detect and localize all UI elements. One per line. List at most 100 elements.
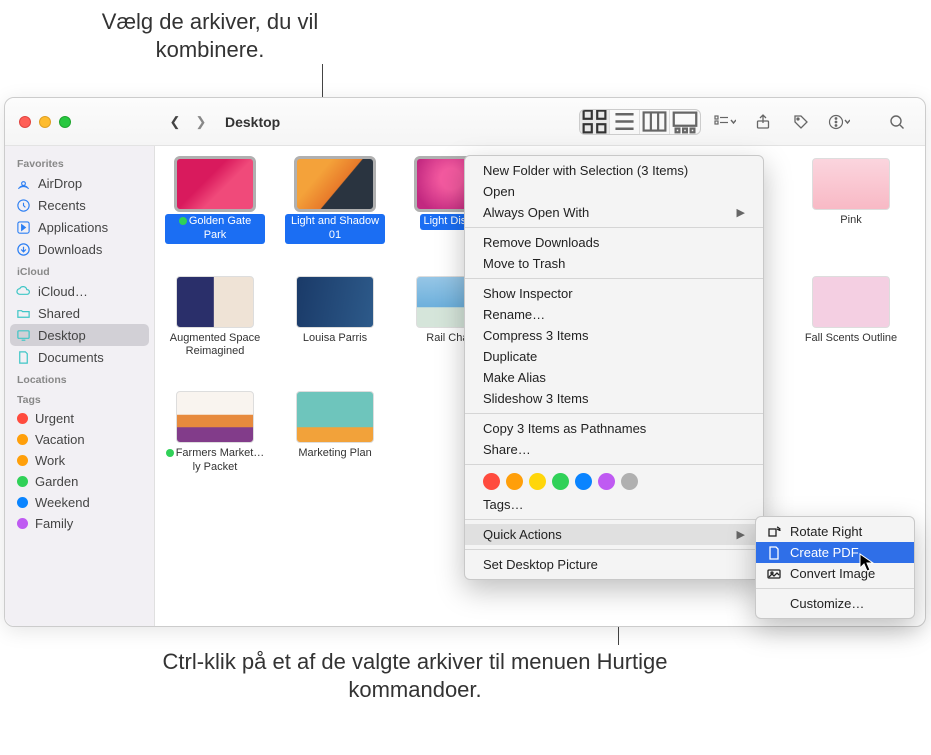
file-item[interactable]: Fall Scents Outline — [801, 276, 901, 360]
context-menu-tag-swatch[interactable] — [598, 473, 615, 490]
tag-dot-icon — [17, 413, 28, 424]
share-button[interactable] — [749, 109, 777, 135]
sidebar-item-downloads[interactable]: Downloads — [5, 238, 154, 260]
sidebar-tag-weekend[interactable]: Weekend — [5, 492, 154, 513]
search-button[interactable] — [883, 109, 911, 135]
file-thumbnail — [812, 276, 890, 328]
sidebar-header-icloud: iCloud — [5, 260, 154, 280]
file-item[interactable]: Farmers Market…ly Packet — [165, 391, 265, 475]
sidebar-item-icloud[interactable]: iCloud… — [5, 280, 154, 302]
context-menu-tag-swatch[interactable] — [575, 473, 592, 490]
sidebar: Favorites AirDrop Recents Applications D… — [5, 146, 155, 626]
file-item[interactable]: Light and Shadow 01 — [285, 158, 385, 244]
file-label: Marketing Plan — [298, 447, 371, 461]
sidebar-item-recents[interactable]: Recents — [5, 194, 154, 216]
context-menu-item[interactable]: Make Alias — [465, 367, 763, 388]
sidebar-tag-urgent[interactable]: Urgent — [5, 408, 154, 429]
context-menu-item[interactable]: Duplicate — [465, 346, 763, 367]
sidebar-tag-work[interactable]: Work — [5, 450, 154, 471]
gallery-view-button[interactable] — [670, 110, 700, 134]
context-menu-item[interactable]: Open — [465, 181, 763, 202]
file-item[interactable]: Pink — [801, 158, 901, 244]
sidebar-item-label: Recents — [38, 198, 86, 213]
submenu-customize[interactable]: Customize… — [756, 593, 914, 614]
context-menu-item[interactable]: Show Inspector — [465, 283, 763, 304]
action-button[interactable] — [825, 109, 853, 135]
close-window-button[interactable] — [19, 116, 31, 128]
pdf-icon — [766, 546, 782, 560]
file-thumbnail — [296, 391, 374, 443]
sidebar-header-favorites: Favorites — [5, 152, 154, 172]
sidebar-tag-garden[interactable]: Garden — [5, 471, 154, 492]
file-item[interactable]: Golden Gate Park — [165, 158, 265, 244]
file-label: Farmers Market…ly Packet — [165, 447, 265, 475]
sidebar-tag-vacation[interactable]: Vacation — [5, 429, 154, 450]
context-menu-quick-actions[interactable]: Quick Actions▶ — [465, 524, 763, 545]
context-menu: New Folder with Selection (3 Items)OpenA… — [464, 155, 764, 580]
sidebar-header-tags: Tags — [5, 388, 154, 408]
sidebar-item-shared[interactable]: Shared — [5, 302, 154, 324]
tag-dot-icon — [17, 476, 28, 487]
context-menu-item[interactable]: New Folder with Selection (3 Items) — [465, 160, 763, 181]
context-menu-item[interactable]: Slideshow 3 Items — [465, 388, 763, 409]
context-menu-item[interactable]: Compress 3 Items — [465, 325, 763, 346]
sidebar-item-documents[interactable]: Documents — [5, 346, 154, 368]
sidebar-item-label: Family — [35, 516, 73, 531]
tag-dot-icon — [17, 497, 28, 508]
blank-icon — [766, 597, 782, 611]
sidebar-header-locations: Locations — [5, 368, 154, 388]
titlebar: ❮ ❯ Desktop — [5, 98, 925, 146]
list-view-button[interactable] — [610, 110, 640, 134]
group-button[interactable] — [711, 109, 739, 135]
context-menu-separator — [465, 278, 763, 279]
context-menu-tag-swatch[interactable] — [483, 473, 500, 490]
convert-icon — [766, 567, 782, 581]
tag-dot-icon — [17, 455, 28, 466]
callout-top: Vælg de arkiver, du vil kombinere. — [70, 8, 350, 63]
toolbar-right — [579, 109, 925, 135]
context-menu-tags[interactable]: Tags… — [465, 494, 763, 515]
zoom-window-button[interactable] — [59, 116, 71, 128]
context-menu-separator — [465, 464, 763, 465]
file-item[interactable]: Marketing Plan — [285, 391, 385, 475]
submenu-rotate-right[interactable]: Rotate Right — [756, 521, 914, 542]
minimize-window-button[interactable] — [39, 116, 51, 128]
sidebar-tag-family[interactable]: Family — [5, 513, 154, 534]
tag-button[interactable] — [787, 109, 815, 135]
sidebar-item-label: Applications — [38, 220, 108, 235]
context-menu-tag-swatch[interactable] — [552, 473, 569, 490]
sidebar-item-desktop[interactable]: Desktop — [10, 324, 149, 346]
context-menu-tag-swatch[interactable] — [621, 473, 638, 490]
file-item[interactable]: Augmented Space Reimagined — [165, 276, 265, 360]
sidebar-item-label: Garden — [35, 474, 78, 489]
back-button[interactable]: ❮ — [163, 108, 187, 136]
submenu-separator — [756, 588, 914, 589]
context-menu-separator — [465, 549, 763, 550]
context-menu-item[interactable]: Always Open With▶ — [465, 202, 763, 223]
context-menu-tag-swatch[interactable] — [529, 473, 546, 490]
submenu-create-pdf[interactable]: Create PDF — [756, 542, 914, 563]
context-menu-item[interactable]: Remove Downloads — [465, 232, 763, 253]
context-menu-set-desktop[interactable]: Set Desktop Picture — [465, 554, 763, 575]
file-thumbnail — [176, 391, 254, 443]
sidebar-item-label: Work — [35, 453, 65, 468]
context-menu-item[interactable]: Copy 3 Items as Pathnames — [465, 418, 763, 439]
context-menu-tag-swatch[interactable] — [506, 473, 523, 490]
submenu-convert-image[interactable]: Convert Image — [756, 563, 914, 584]
desktop-icon — [15, 327, 31, 343]
sidebar-item-airdrop[interactable]: AirDrop — [5, 172, 154, 194]
finder-window: ❮ ❯ Desktop — [4, 97, 926, 627]
file-item[interactable]: Louisa Parris — [285, 276, 385, 360]
context-menu-separator — [465, 227, 763, 228]
context-menu-item[interactable]: Rename… — [465, 304, 763, 325]
file-label: Augmented Space Reimagined — [165, 332, 265, 360]
context-menu-tags-row — [465, 469, 763, 494]
context-menu-item[interactable]: Move to Trash — [465, 253, 763, 274]
view-segment — [579, 109, 701, 135]
file-thumbnail — [296, 158, 374, 210]
icon-view-button[interactable] — [580, 110, 610, 134]
forward-button[interactable]: ❯ — [189, 108, 213, 136]
context-menu-item[interactable]: Share… — [465, 439, 763, 460]
sidebar-item-applications[interactable]: Applications — [5, 216, 154, 238]
column-view-button[interactable] — [640, 110, 670, 134]
